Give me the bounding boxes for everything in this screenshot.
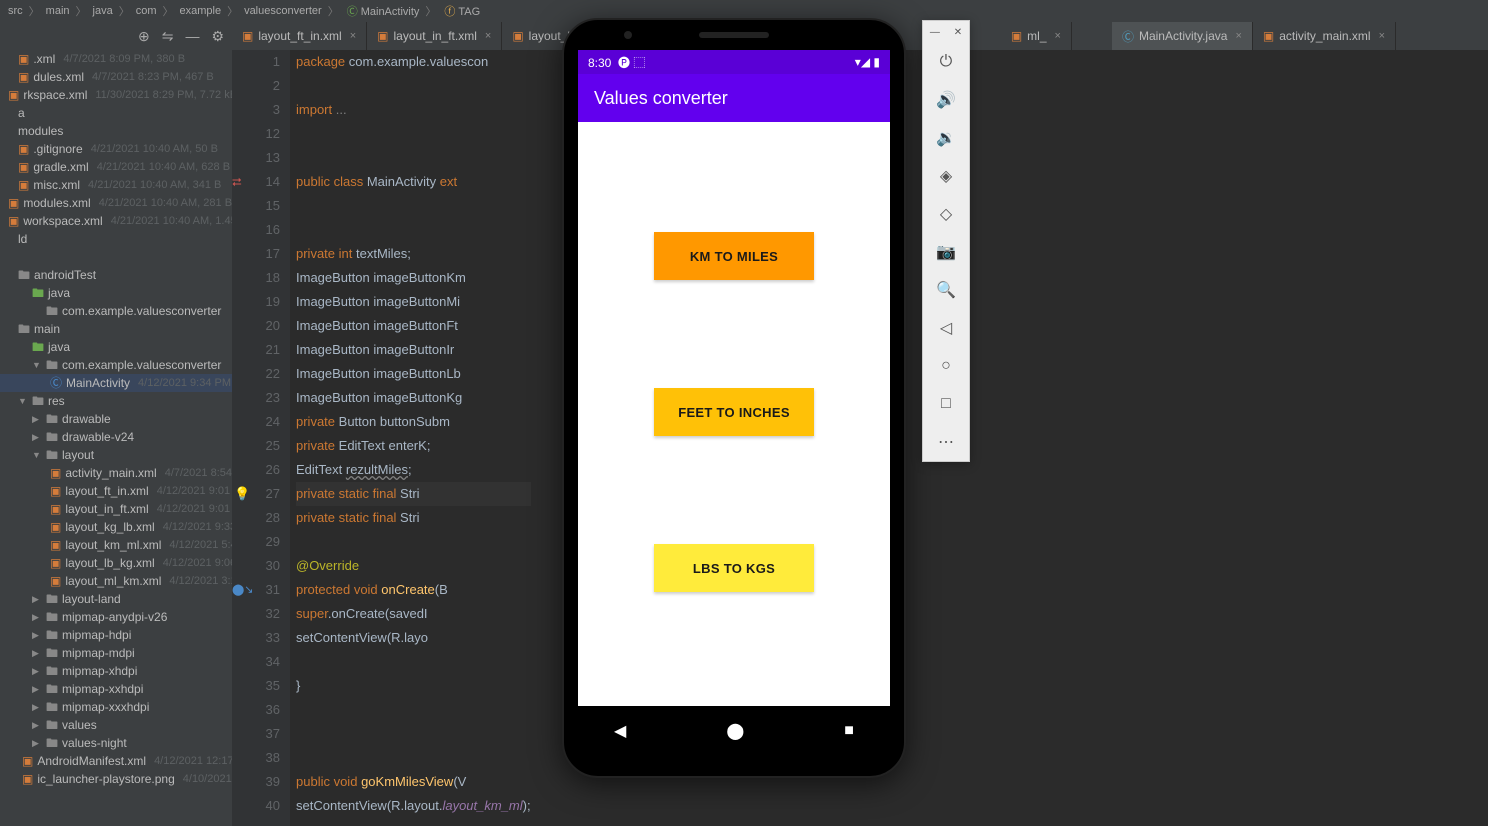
emulator-bezel-top <box>564 20 904 50</box>
emulator-tool-button[interactable]: ⋯ <box>923 423 969 461</box>
tree-item[interactable]: ▶🖿mipmap-mdpi <box>0 644 232 662</box>
app-title: Values converter <box>594 88 728 109</box>
lightbulb-icon[interactable]: 💡 <box>234 482 250 506</box>
emulator-tool-button[interactable]: 🔉 <box>923 119 969 157</box>
emulator-tool-button[interactable]: ◈ <box>923 157 969 195</box>
emulator-tool-button[interactable]: 📷 <box>923 233 969 271</box>
tree-item[interactable]: ▣.gitignore4/21/2021 10:40 AM, 50 B <box>0 140 232 158</box>
tree-item[interactable]: ▣gradle.xml4/21/2021 10:40 AM, 628 B <box>0 158 232 176</box>
tree-item[interactable]: ld <box>0 230 232 248</box>
tree-item[interactable]: 🖿main <box>0 320 232 338</box>
emulator-tool-button[interactable]: □ <box>923 385 969 423</box>
editor-tab[interactable]: ▣ml_× <box>1001 22 1072 50</box>
emulator-tool-button[interactable]: ○ <box>923 347 969 385</box>
tree-item[interactable]: a <box>0 104 232 122</box>
tree-item[interactable]: ▣rkspace.xml11/30/2021 8:29 PM, 7.72 kB <box>0 86 232 104</box>
tree-item[interactable]: 🖿java <box>0 338 232 356</box>
tree-item[interactable]: ⒸMainActivity4/12/2021 9:34 PM, 6.26 k <box>0 374 232 392</box>
divide-icon[interactable]: — <box>185 28 199 44</box>
emulator-tool-button[interactable]: ⏻ <box>923 43 969 81</box>
app-body: KM TO MILES FEET TO INCHES LBS TO KGS <box>578 122 890 706</box>
tree-item[interactable]: ▣layout_kg_lb.xml4/12/2021 9:33 PM, 4. <box>0 518 232 536</box>
android-statusbar: 8:30 🅟 ⬚ ▾◢ ▮ <box>578 50 890 74</box>
nav-recents-icon[interactable]: ■ <box>844 722 854 740</box>
override-mark-icon: ⬤↘ <box>232 578 254 602</box>
camera-icon <box>624 31 632 39</box>
file-tree[interactable]: ▣.xml4/7/2021 8:09 PM, 380 B▣dules.xml4/… <box>0 50 232 788</box>
tree-item[interactable]: ▣layout_ml_km.xml4/12/2021 3:10 PM <box>0 572 232 590</box>
status-right: ▾◢ ▮ <box>855 55 880 69</box>
emulator-tool-button[interactable]: ◇ <box>923 195 969 233</box>
tree-item[interactable]: ▣dules.xml4/7/2021 8:23 PM, 467 B <box>0 68 232 86</box>
app-button[interactable]: FEET TO INCHES <box>654 388 814 436</box>
tree-item[interactable]: ▣modules.xml4/21/2021 10:40 AM, 281 B <box>0 194 232 212</box>
tree-item[interactable]: ▼🖿com.example.valuesconverter <box>0 356 232 374</box>
android-navbar[interactable]: ◀ ⬤ ■ <box>564 706 904 756</box>
collapse-icon[interactable]: ⇋ <box>162 28 174 45</box>
tree-item[interactable]: modules <box>0 122 232 140</box>
tree-item[interactable]: ▼🖿res <box>0 392 232 410</box>
line-gutter: 1231213141516171819202122232425262728293… <box>252 50 290 826</box>
status-time: 8:30 <box>588 56 611 70</box>
nav-back-icon[interactable]: ◀ <box>614 721 626 741</box>
tree-item[interactable]: ▶🖿mipmap-hdpi <box>0 626 232 644</box>
gutter-marks: ⮂ 💡 ⬤↘ <box>232 50 252 826</box>
tree-item[interactable]: 🖿androidTest <box>0 266 232 284</box>
tree-item[interactable]: ▣activity_main.xml4/7/2021 8:54 PM, 2. <box>0 464 232 482</box>
tree-item[interactable]: ▶🖿layout-land <box>0 590 232 608</box>
tree-item[interactable]: ▶🖿values-night <box>0 734 232 752</box>
tree-item[interactable]: 🖿com.example.valuesconverter <box>0 302 232 320</box>
tree-item[interactable]: ▶🖿mipmap-anydpi-v26 <box>0 608 232 626</box>
error-mark-icon: ⮂ <box>232 170 242 194</box>
tree-item[interactable]: ▶🖿values <box>0 716 232 734</box>
emulator-window-controls[interactable]: —✕ <box>923 21 969 43</box>
target-icon[interactable]: ⊕ <box>138 28 150 45</box>
editor-tab[interactable]: ▣activity_main.xml× <box>1253 22 1396 50</box>
editor-tab[interactable]: ▣layout_in_ft.xml× <box>367 22 502 50</box>
app-button[interactable]: KM TO MILES <box>654 232 814 280</box>
tree-item[interactable]: ▣layout_in_ft.xml4/12/2021 9:01 PM, 4.6 <box>0 500 232 518</box>
tree-item[interactable]: ▶🖿mipmap-xxxhdpi <box>0 698 232 716</box>
emulator-screen[interactable]: 8:30 🅟 ⬚ ▾◢ ▮ Values converter KM TO MIL… <box>578 50 890 706</box>
tree-item[interactable]: ▣layout_ft_in.xml4/12/2021 9:01 PM, 4. <box>0 482 232 500</box>
project-tree-panel: ⊕ ⇋ — ⚙ ▣.xml4/7/2021 8:09 PM, 380 B▣dul… <box>0 22 232 826</box>
code-content[interactable]: package com.example.valuescon import ...… <box>290 50 531 826</box>
tree-item[interactable]: ▣AndroidManifest.xml4/12/2021 12:17 PM, … <box>0 752 232 770</box>
tree-item[interactable] <box>0 248 232 266</box>
emulator-tool-button[interactable]: ◁ <box>923 309 969 347</box>
app-bar: Values converter <box>578 74 890 122</box>
tree-item[interactable]: ▶🖿drawable <box>0 410 232 428</box>
tree-toolbar: ⊕ ⇋ — ⚙ <box>0 22 232 50</box>
editor-tab[interactable]: ⒸMainActivity.java× <box>1112 22 1253 50</box>
android-emulator: 8:30 🅟 ⬚ ▾◢ ▮ Values converter KM TO MIL… <box>562 18 906 778</box>
tree-item[interactable]: ▣layout_km_ml.xml4/12/2021 5:40 PM <box>0 536 232 554</box>
nav-home-icon[interactable]: ⬤ <box>726 721 744 741</box>
editor-tab[interactable]: ▣layout_ft_in.xml× <box>232 22 367 50</box>
tree-item[interactable]: ▼🖿layout <box>0 446 232 464</box>
tree-item[interactable]: ▶🖿mipmap-xxhdpi <box>0 680 232 698</box>
tree-item[interactable]: ▣ic_launcher-playstore.png4/10/2021 5:26… <box>0 770 232 788</box>
tree-item[interactable]: ▣.xml4/7/2021 8:09 PM, 380 B <box>0 50 232 68</box>
tree-item[interactable]: ▣misc.xml4/21/2021 10:40 AM, 341 B <box>0 176 232 194</box>
tree-item[interactable]: ▣layout_lb_kg.xml4/12/2021 9:06 PM, 4. <box>0 554 232 572</box>
tree-item[interactable]: ▣workspace.xml4/21/2021 10:40 AM, 1.45 k… <box>0 212 232 230</box>
emulator-tool-button[interactable]: 🔍 <box>923 271 969 309</box>
tree-item[interactable]: ▶🖿mipmap-xhdpi <box>0 662 232 680</box>
emulator-tool-button[interactable]: 🔊 <box>923 81 969 119</box>
speaker-icon <box>699 32 769 38</box>
app-button[interactable]: LBS TO KGS <box>654 544 814 592</box>
settings-icon[interactable]: ⚙ <box>211 28 224 45</box>
tree-item[interactable]: 🖿java <box>0 284 232 302</box>
emulator-toolbar: —✕ ⏻🔊🔉◈◇📷🔍◁○□⋯ <box>922 20 970 462</box>
tree-item[interactable]: ▶🖿drawable-v24 <box>0 428 232 446</box>
